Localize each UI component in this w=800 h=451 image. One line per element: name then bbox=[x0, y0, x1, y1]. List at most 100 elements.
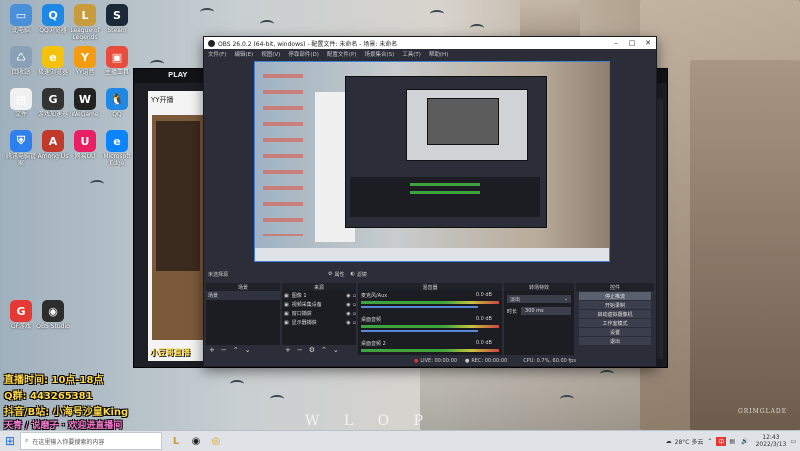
lock-icon[interactable]: ▫ bbox=[353, 320, 356, 326]
obs-window[interactable]: OBS 26.0.2 (64-bit, windows) - 配置文件: 未命名… bbox=[203, 36, 657, 367]
add-scene-icon[interactable]: + bbox=[209, 346, 215, 354]
source-item[interactable]: ▣ 视频采集设备 ◉ ▫ bbox=[282, 300, 356, 309]
desktop-icon[interactable]: Q QQ浏览器 bbox=[36, 4, 70, 41]
desktop-icon[interactable]: G 游戏加速器 bbox=[36, 88, 70, 125]
filters-button[interactable]: 滤镜 bbox=[357, 271, 367, 278]
obs-menubar: 文件(F) 编辑(E) 视图(V) 停靠部件(D) 配置文件(P) 场景集合(S) 工具(T… bbox=[204, 49, 656, 58]
app-icon: ♺ bbox=[10, 46, 32, 68]
desktop-icon[interactable]: Y YY语音 bbox=[68, 46, 102, 83]
volume-icon[interactable]: 🔊 bbox=[741, 438, 748, 445]
add-source-icon[interactable]: + bbox=[285, 346, 291, 354]
desktop-icon[interactable]: ⛨ 腾讯电脑管家 bbox=[4, 130, 38, 167]
yy-tab-play[interactable]: PLAY bbox=[168, 71, 187, 79]
obs-menu-item[interactable]: 视图(V) bbox=[261, 50, 280, 58]
channel-db: 0.0 dB bbox=[475, 292, 492, 298]
desktop-icon[interactable]: A Among Us bbox=[36, 130, 70, 167]
windows-start-icon[interactable]: ⊞ bbox=[0, 431, 20, 451]
source-item[interactable]: ▣ 图像 1 ◉ ▫ bbox=[282, 291, 356, 300]
volume-slider[interactable] bbox=[361, 330, 479, 332]
ime-icon[interactable]: 中 bbox=[716, 436, 727, 446]
visibility-eye-icon[interactable]: ◉ bbox=[346, 311, 350, 317]
desktop-icon[interactable]: e 极速浏览器 bbox=[36, 46, 70, 83]
desktop-icon[interactable]: ♺ 回收站 bbox=[4, 46, 38, 83]
desktop-icon[interactable]: U 网易UU bbox=[68, 130, 102, 167]
source-settings-gear-icon[interactable]: ⚙ bbox=[309, 346, 315, 354]
transitions-body: 淡出 ⌄ 时长 300 ms bbox=[504, 291, 574, 355]
scene-item[interactable]: 场景 bbox=[206, 291, 280, 300]
visibility-eye-icon[interactable]: ◉ bbox=[346, 302, 350, 308]
obs-menu-item[interactable]: 工具(T) bbox=[402, 50, 421, 58]
desktop-icon[interactable]: ▣ 主播工具 bbox=[100, 46, 134, 83]
minimize-icon[interactable]: – bbox=[608, 39, 624, 47]
obs-menu-item[interactable]: 文件(F) bbox=[208, 50, 226, 58]
desktop-icon[interactable]: ▤ 文件 bbox=[4, 88, 38, 125]
settings-button[interactable]: 设置 bbox=[579, 328, 651, 336]
exit-button[interactable]: 退出 bbox=[579, 337, 651, 345]
obs-menu-item[interactable]: 配置文件(P) bbox=[327, 50, 357, 58]
bookshelf bbox=[156, 121, 200, 271]
chevron-up-icon[interactable]: ⌃ bbox=[707, 438, 712, 445]
clock[interactable]: 12:43 2022/3/13 bbox=[756, 434, 787, 448]
obs-menu-item[interactable]: 场景集合(S) bbox=[364, 50, 394, 58]
obs-menu-item[interactable]: 帮助(H) bbox=[429, 50, 448, 58]
studio-mode-button[interactable]: 工作室模式 bbox=[579, 319, 651, 327]
lol-taskbar-icon[interactable]: L bbox=[166, 431, 186, 451]
search-icon: ⌕ bbox=[25, 437, 29, 444]
filters-icon[interactable]: ◐ bbox=[351, 271, 355, 277]
yy-scrollbar[interactable] bbox=[657, 99, 663, 359]
volume-slider[interactable] bbox=[361, 306, 479, 308]
duration-input[interactable]: 300 ms bbox=[521, 307, 571, 315]
close-icon[interactable]: ✕ bbox=[640, 39, 656, 47]
lock-icon[interactable]: ▫ bbox=[353, 293, 356, 299]
bird-icon bbox=[270, 395, 284, 403]
weather-text[interactable]: 28°C 多云 bbox=[675, 437, 704, 446]
desktop-icon[interactable]: G GF游戏 bbox=[4, 300, 38, 337]
lock-icon[interactable]: ▫ bbox=[353, 311, 356, 317]
maximize-icon[interactable]: □ bbox=[624, 39, 640, 47]
network-icon[interactable]: ▤ bbox=[729, 438, 735, 445]
desktop-icon[interactable]: ▭ 此电脑 bbox=[4, 4, 38, 41]
obs-preview[interactable] bbox=[254, 61, 610, 262]
yy-taskbar-icon[interactable]: ◎ bbox=[206, 431, 226, 451]
taskbar-search-box[interactable]: ⌕ 在这里输入你要搜索的内容 bbox=[20, 432, 162, 450]
move-down-icon[interactable]: ⌄ bbox=[333, 346, 339, 354]
virtual-camera-button[interactable]: 启动虚拟摄像机 bbox=[579, 310, 651, 318]
remove-scene-icon[interactable]: − bbox=[221, 346, 227, 354]
app-icon: W bbox=[74, 88, 96, 110]
start-recording-button[interactable]: 开始录制 bbox=[579, 301, 651, 309]
transition-select[interactable]: 淡出 ⌄ bbox=[507, 295, 571, 303]
move-down-icon[interactable]: ⌄ bbox=[245, 346, 251, 354]
overlay-qq-group: Q群: 443265381 bbox=[4, 391, 93, 402]
camera-icon: ▣ bbox=[284, 301, 289, 308]
scenes-list[interactable]: 场景 bbox=[206, 291, 280, 345]
notification-icon[interactable]: ▭ bbox=[790, 438, 796, 445]
desktop-icon-label: 主播工具 bbox=[104, 69, 129, 76]
visibility-eye-icon[interactable]: ◉ bbox=[346, 293, 350, 299]
desktop-icon[interactable]: S Steam bbox=[100, 4, 134, 41]
lock-icon[interactable]: ▫ bbox=[353, 302, 356, 308]
obs-titlebar: OBS 26.0.2 (64-bit, windows) - 配置文件: 未命名… bbox=[204, 37, 656, 49]
obs-menu-item[interactable]: 停靠部件(D) bbox=[288, 50, 319, 58]
desktop-icon[interactable]: ◉ OBS Studio bbox=[36, 300, 70, 337]
desktop-icon[interactable]: 🐧 QQ bbox=[100, 88, 134, 125]
obs-menu-item[interactable]: 编辑(E) bbox=[234, 50, 253, 58]
desktop-icon[interactable]: e Microsoft Edge bbox=[100, 130, 134, 167]
obs-taskbar-icon[interactable]: ◉ bbox=[186, 431, 206, 451]
stop-streaming-button[interactable]: 停止推流 bbox=[579, 292, 651, 300]
sources-list[interactable]: ▣ 图像 1 ◉ ▫ ▣ 视频采集设备 ◉ ▫ ▣ 窗口捕获 ◉ ▫ ▣ 显示器捕获 ◉ ▫ bbox=[282, 291, 356, 345]
move-up-icon[interactable]: ⌃ bbox=[233, 346, 239, 354]
volume-meter bbox=[361, 301, 499, 304]
properties-gear-icon[interactable]: ⚙ bbox=[328, 271, 332, 277]
app-icon: ⛨ bbox=[10, 130, 32, 152]
source-item[interactable]: ▣ 窗口捕获 ◉ ▫ bbox=[282, 309, 356, 318]
move-up-icon[interactable]: ⌃ bbox=[321, 346, 327, 354]
desktop-icon[interactable]: L League of Legends bbox=[68, 4, 102, 41]
source-item[interactable]: ▣ 显示器捕获 ◉ ▫ bbox=[282, 318, 356, 327]
visibility-eye-icon[interactable]: ◉ bbox=[346, 320, 350, 326]
chevron-down-icon: ⌄ bbox=[563, 296, 568, 302]
remove-source-icon[interactable]: − bbox=[297, 346, 303, 354]
properties-button[interactable]: 属性 bbox=[335, 271, 345, 278]
desktop-icon-label: Steam bbox=[107, 27, 127, 34]
app-icon: A bbox=[42, 130, 64, 152]
desktop-icon[interactable]: W WeGame bbox=[68, 88, 102, 125]
